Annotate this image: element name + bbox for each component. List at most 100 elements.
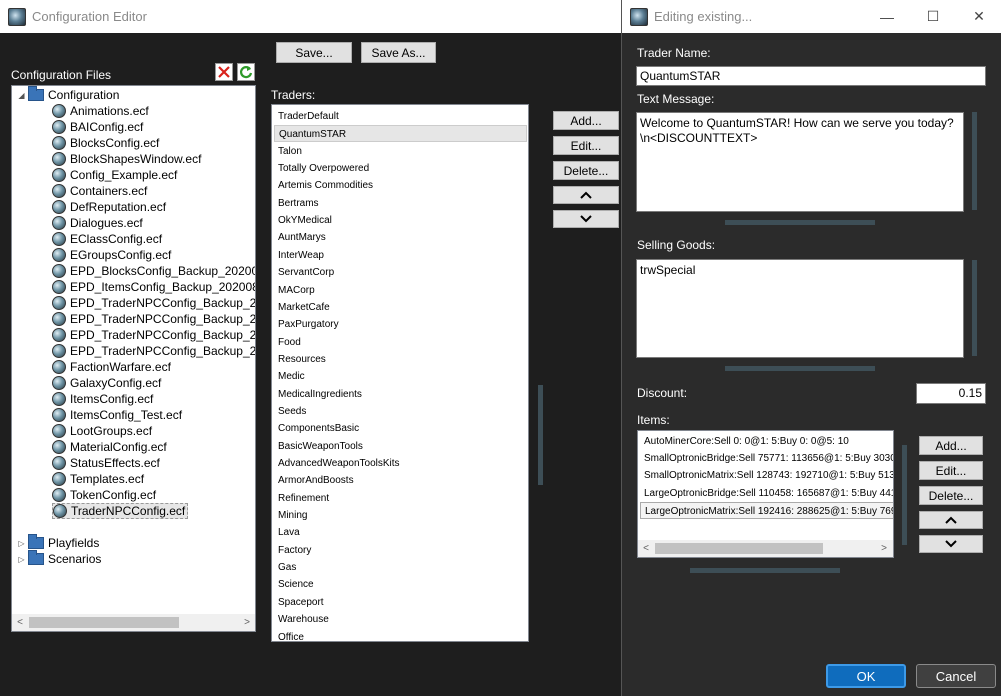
trader-list-item[interactable]: Lava (274, 524, 527, 541)
minimize-icon[interactable]: — (864, 0, 910, 33)
tree-horizontal-scrollbar[interactable]: < > (12, 614, 255, 631)
tree-file-item[interactable]: EPD_ItemsConfig_Backup_2020080 (52, 279, 255, 295)
tree-file-item[interactable]: EPD_TraderNPCConfig_Backup_202 (52, 327, 255, 343)
items-horizontal-scrollbar[interactable]: < > (638, 540, 893, 557)
add-trader-button[interactable]: Add... (553, 111, 619, 130)
add-item-button[interactable]: Add... (919, 436, 983, 455)
collapsed-triangle-icon[interactable]: ▷ (17, 537, 26, 549)
items-vscroll[interactable] (902, 445, 907, 545)
tree-file-item[interactable]: BlockShapesWindow.ecf (52, 151, 201, 167)
trader-list-item[interactable]: Mining (274, 507, 527, 524)
delete-file-button[interactable] (215, 63, 233, 81)
trader-list-item[interactable]: Totally Overpowered (274, 160, 527, 177)
items-list[interactable]: AutoMinerCore:Sell 0: 0@1: 5:Buy 0: 0@5:… (637, 430, 894, 558)
tree-file-item[interactable]: BAIConfig.ecf (52, 119, 143, 135)
trader-list-item[interactable]: Bertrams (274, 195, 527, 212)
item-list-row[interactable]: LargeOptronicMatrix:Sell 192416: 288625@… (640, 501, 893, 519)
tree-file-item[interactable]: Config_Example.ecf (52, 167, 177, 183)
save-as-button[interactable]: Save As... (361, 42, 436, 63)
tree-file-item[interactable]: TraderNPCConfig.ecf (52, 503, 189, 519)
trader-list-item[interactable]: Resources (274, 351, 527, 368)
tree-file-item[interactable]: EGroupsConfig.ecf (52, 247, 171, 263)
trader-list-item[interactable]: Medic (274, 368, 527, 385)
trader-list-item[interactable]: PaxPurgatory (274, 316, 527, 333)
text-message-textarea[interactable]: Welcome to QuantumSTAR! How can we serve… (636, 112, 964, 212)
tree-file-item[interactable]: MaterialConfig.ecf (52, 439, 167, 455)
scrollbar-thumb[interactable] (655, 543, 823, 554)
item-list-row[interactable]: SmallOptronicBridge:Sell 75771: 113656@1… (640, 450, 893, 467)
tree-file-item[interactable]: Dialogues.ecf (52, 215, 143, 231)
tree-node-scenarios[interactable]: ▷ Scenarios (17, 550, 101, 567)
trader-list-item[interactable]: Office (274, 629, 527, 642)
trader-list-item[interactable]: Artemis Commodities (274, 177, 527, 194)
trader-list-item[interactable]: Factory (274, 542, 527, 559)
save-button[interactable]: Save... (276, 42, 352, 63)
trader-list-item[interactable]: Refinement (274, 490, 527, 507)
tree-file-item[interactable]: TokenConfig.ecf (52, 487, 156, 503)
scroll-right-icon[interactable]: > (876, 540, 892, 557)
tree-node-playfields[interactable]: ▷ Playfields (17, 534, 99, 551)
item-move-up-button[interactable] (919, 511, 983, 529)
selling-goods-hscroll[interactable] (725, 366, 875, 371)
move-down-button[interactable] (553, 210, 619, 228)
tree-file-item[interactable]: GalaxyConfig.ecf (52, 375, 161, 391)
trader-list-item[interactable]: Food (274, 334, 527, 351)
item-list-row[interactable]: SmallOptronicMatrix:Sell 128743: 192710@… (640, 467, 893, 484)
trader-list-item[interactable]: Science (274, 576, 527, 593)
selling-goods-vscroll[interactable] (972, 260, 977, 356)
traders-list[interactable]: TraderDefault QuantumSTAR Talon Totally Ove… (271, 104, 529, 642)
trader-list-item[interactable]: Spaceport (274, 594, 527, 611)
item-move-down-button[interactable] (919, 535, 983, 553)
scrollbar-thumb[interactable] (29, 617, 179, 628)
tree-file-item[interactable]: ItemsConfig_Test.ecf (52, 407, 182, 423)
trader-list-item[interactable]: OkYMedical (274, 212, 527, 229)
tree-file-item[interactable]: EPD_TraderNPCConfig_Backup_202 (52, 343, 255, 359)
trader-list-item[interactable]: MACorp (274, 282, 527, 299)
trader-list-item[interactable]: Warehouse (274, 611, 527, 628)
selling-goods-textarea[interactable]: trwSpecial (636, 259, 964, 358)
trader-list-item[interactable]: ComponentsBasic (274, 420, 527, 437)
move-up-button[interactable] (553, 186, 619, 204)
expanded-triangle-icon[interactable]: ◢ (17, 89, 26, 101)
tree-file-item[interactable]: EPD_TraderNPCConfig_Backup_202 (52, 295, 255, 311)
tree-file-item[interactable]: EPD_TraderNPCConfig_Backup_202 (52, 311, 255, 327)
tree-file-item[interactable]: Templates.ecf (52, 471, 144, 487)
scroll-left-icon[interactable]: < (12, 614, 28, 631)
trader-list-item[interactable]: ServantCorp (274, 264, 527, 281)
trader-list-item[interactable]: Talon (274, 143, 527, 160)
trader-list-item[interactable]: AdvancedWeaponToolsKits (274, 455, 527, 472)
trader-list-item[interactable]: Gas (274, 559, 527, 576)
delete-trader-button[interactable]: Delete... (553, 161, 619, 180)
trader-list-item[interactable]: MarketCafe (274, 299, 527, 316)
text-message-vscroll[interactable] (972, 112, 977, 210)
tree-file-item[interactable]: BlocksConfig.ecf (52, 135, 159, 151)
trader-list-item[interactable]: QuantumSTAR (274, 125, 527, 143)
tree-node-configuration[interactable]: ◢ Configuration (17, 86, 119, 103)
item-list-row[interactable]: AutoMinerCore:Sell 0: 0@1: 5:Buy 0: 0@5:… (640, 433, 893, 450)
edit-item-button[interactable]: Edit... (919, 461, 983, 480)
trader-list-item[interactable]: InterWeap (274, 247, 527, 264)
item-list-row[interactable]: LargeOptronicBridge:Sell 110458: 165687@… (640, 485, 893, 502)
tree-file-item[interactable]: Containers.ecf (52, 183, 147, 199)
tree-file-item[interactable]: EPD_BlocksConfig_Backup_202008 (52, 263, 255, 279)
trader-list-item[interactable]: ArmorAndBoosts (274, 472, 527, 489)
collapsed-triangle-icon[interactable]: ▷ (17, 553, 26, 565)
tree-file-item[interactable]: ItemsConfig.ecf (52, 391, 153, 407)
items-outer-hscroll[interactable] (690, 568, 840, 573)
tree-file-item[interactable]: EClassConfig.ecf (52, 231, 162, 247)
refresh-button[interactable] (237, 63, 255, 81)
edit-trader-button[interactable]: Edit... (553, 136, 619, 155)
configuration-tree[interactable]: ◢ Configuration Animations.ecf BAIConfig.… (11, 85, 256, 632)
maximize-icon[interactable]: ☐ (910, 0, 956, 33)
tree-file-item[interactable]: FactionWarfare.ecf (52, 359, 171, 375)
trader-list-item[interactable]: TraderDefault (274, 108, 527, 125)
tree-file-item[interactable]: DefReputation.ecf (52, 199, 166, 215)
scroll-left-icon[interactable]: < (638, 540, 654, 557)
text-message-hscroll[interactable] (725, 220, 875, 225)
delete-item-button[interactable]: Delete... (919, 486, 983, 505)
close-icon[interactable]: ✕ (956, 0, 1001, 33)
tree-file-item[interactable]: LootGroups.ecf (52, 423, 152, 439)
tree-file-item[interactable]: StatusEffects.ecf (52, 455, 160, 471)
cancel-button[interactable]: Cancel (916, 664, 996, 688)
trader-list-item[interactable]: AuntMarys (274, 229, 527, 246)
